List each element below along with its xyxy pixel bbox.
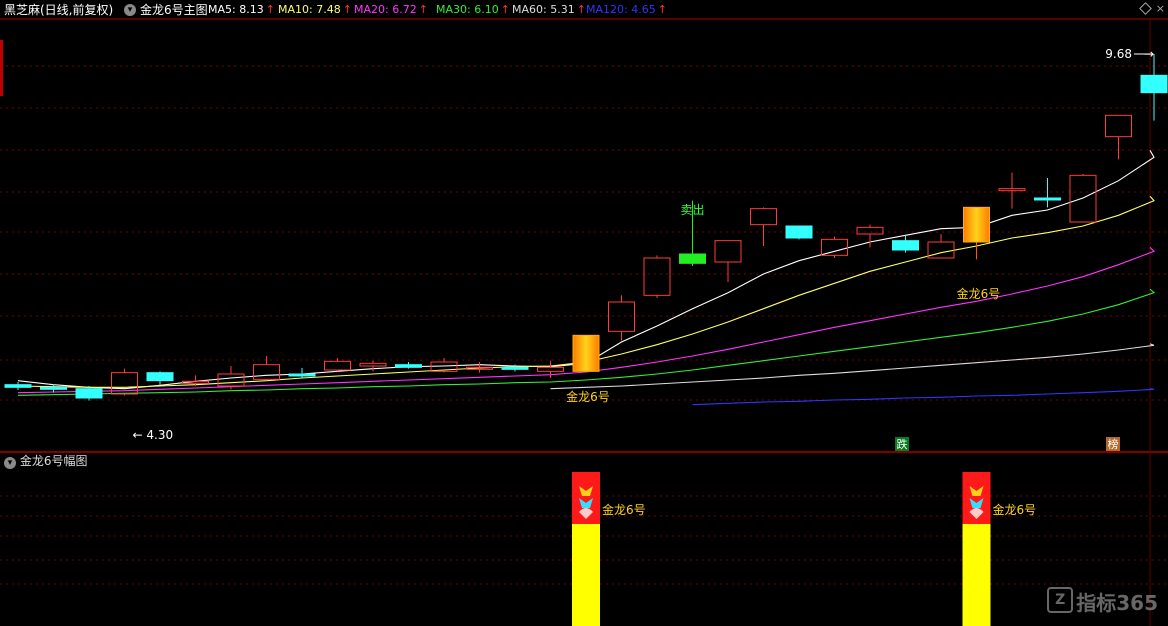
left-marker bbox=[0, 40, 3, 96]
candle bbox=[821, 236, 848, 258]
candle-body bbox=[359, 362, 387, 367]
candle bbox=[785, 225, 813, 240]
ma-arrow-icon: ↑ bbox=[500, 3, 510, 16]
candle bbox=[927, 234, 955, 259]
ma-line-ma120 bbox=[692, 388, 1155, 406]
close-icon[interactable]: × bbox=[1156, 2, 1165, 15]
candle-body bbox=[501, 366, 529, 370]
sell-signal-label: 卖出 bbox=[681, 203, 705, 217]
candle bbox=[1105, 114, 1132, 160]
candle bbox=[750, 207, 777, 246]
ma-legend-ma120: MA120: 4.65 ↑ bbox=[586, 3, 667, 16]
candle-body bbox=[998, 188, 1026, 192]
ma-arrow-icon: ↑ bbox=[657, 3, 667, 16]
candle-body bbox=[395, 364, 422, 368]
candle-body bbox=[643, 257, 671, 296]
candle bbox=[1140, 54, 1168, 121]
ma-arrow-icon: ↑ bbox=[576, 3, 586, 16]
candle-body bbox=[1069, 174, 1097, 223]
ma-line-ma60 bbox=[550, 343, 1155, 390]
candle-body bbox=[324, 360, 351, 371]
ma-legend-ma30: MA30: 6.10 ↑ bbox=[436, 3, 510, 16]
sub-panel-toggle-icon[interactable]: ▾ bbox=[4, 457, 16, 469]
candle bbox=[253, 356, 280, 381]
candle-body bbox=[253, 364, 280, 380]
candle bbox=[324, 358, 351, 372]
ma-arrow-icon: ↑ bbox=[342, 3, 352, 16]
candle-body bbox=[963, 206, 990, 243]
ma-legend-ma10: MA10: 7.48 ↑ bbox=[278, 3, 352, 16]
low-price-label: ← 4.30 bbox=[133, 428, 174, 442]
ma-arrow-icon: ↑ bbox=[265, 3, 275, 16]
candle bbox=[714, 240, 742, 282]
sub-panel-title: 金龙6号幅图 bbox=[19, 454, 88, 468]
ma-legend-ma60: MA60: 5.31 ↑ bbox=[512, 3, 586, 16]
candle-body bbox=[892, 240, 919, 251]
candle-body bbox=[714, 240, 742, 263]
candle-body bbox=[217, 373, 245, 387]
candle-body bbox=[1140, 74, 1168, 94]
watermark: Z 指标365 bbox=[1047, 587, 1158, 616]
candle-body bbox=[1105, 114, 1132, 138]
candle-body bbox=[537, 366, 564, 372]
sub-signal-label: 金龙6号 bbox=[602, 502, 646, 517]
candle bbox=[75, 386, 103, 401]
badge-rank: 榜 bbox=[1108, 437, 1119, 451]
candle-body bbox=[679, 253, 706, 264]
candle-body bbox=[1034, 197, 1061, 201]
candle bbox=[146, 371, 174, 385]
candle-body bbox=[785, 225, 813, 239]
ma-legend-ma20: MA20: 6.72 ↑ bbox=[354, 3, 428, 16]
signal-bar-bottom bbox=[572, 524, 600, 626]
signal-label: 金龙6号 bbox=[957, 286, 1001, 301]
signal-label: 金龙6号 bbox=[566, 389, 610, 404]
candle-body bbox=[4, 384, 32, 388]
stock-name: 黑芝麻(日线,前复权) bbox=[4, 3, 114, 17]
candle-body bbox=[856, 226, 884, 235]
sub-panel-header: ▾ 金龙6号幅图 bbox=[4, 452, 87, 470]
candle-body bbox=[750, 208, 777, 226]
candle bbox=[466, 362, 493, 373]
candle-body bbox=[288, 373, 316, 377]
candle-body bbox=[608, 301, 635, 332]
watermark-text: 指标365 bbox=[1076, 591, 1158, 615]
candle bbox=[643, 255, 671, 298]
candle bbox=[963, 206, 990, 260]
chart-header: 黑芝麻(日线,前复权) ▾ 金龙6号主图 MA5: 8.13 ↑ MA10: 7.4… bbox=[0, 0, 1168, 20]
candle bbox=[572, 334, 600, 372]
indicator-toggle-icon[interactable]: ▾ bbox=[124, 4, 136, 16]
candle bbox=[395, 362, 422, 369]
kline-chart[interactable]: 9.68 →← 4.30卖出金龙6号金龙6号跌榜 金龙6号 金龙6号 bbox=[0, 0, 1168, 626]
ma-arrow-icon: ↑ bbox=[418, 3, 428, 16]
candle-body bbox=[821, 238, 848, 256]
candle bbox=[998, 172, 1026, 209]
candle bbox=[1034, 178, 1061, 208]
indicator-name[interactable]: 金龙6号主图 bbox=[140, 0, 208, 20]
candle-body bbox=[146, 372, 174, 382]
candle bbox=[608, 295, 635, 341]
candle bbox=[4, 382, 32, 390]
candle bbox=[892, 235, 919, 253]
candle-body bbox=[40, 386, 67, 390]
ma-legend-ma5: MA5: 8.13 ↑ bbox=[208, 3, 275, 16]
high-arrow-icon: → bbox=[1144, 47, 1154, 61]
candle-body bbox=[75, 388, 103, 399]
watermark-logo-icon: Z bbox=[1047, 587, 1074, 613]
signal-bar-bottom bbox=[962, 524, 991, 626]
candle-body bbox=[572, 334, 600, 372]
high-price-label: 9.68 bbox=[1105, 47, 1132, 61]
sub-signal-label: 金龙6号 bbox=[993, 502, 1037, 517]
badge-fall: 跌 bbox=[897, 437, 908, 451]
